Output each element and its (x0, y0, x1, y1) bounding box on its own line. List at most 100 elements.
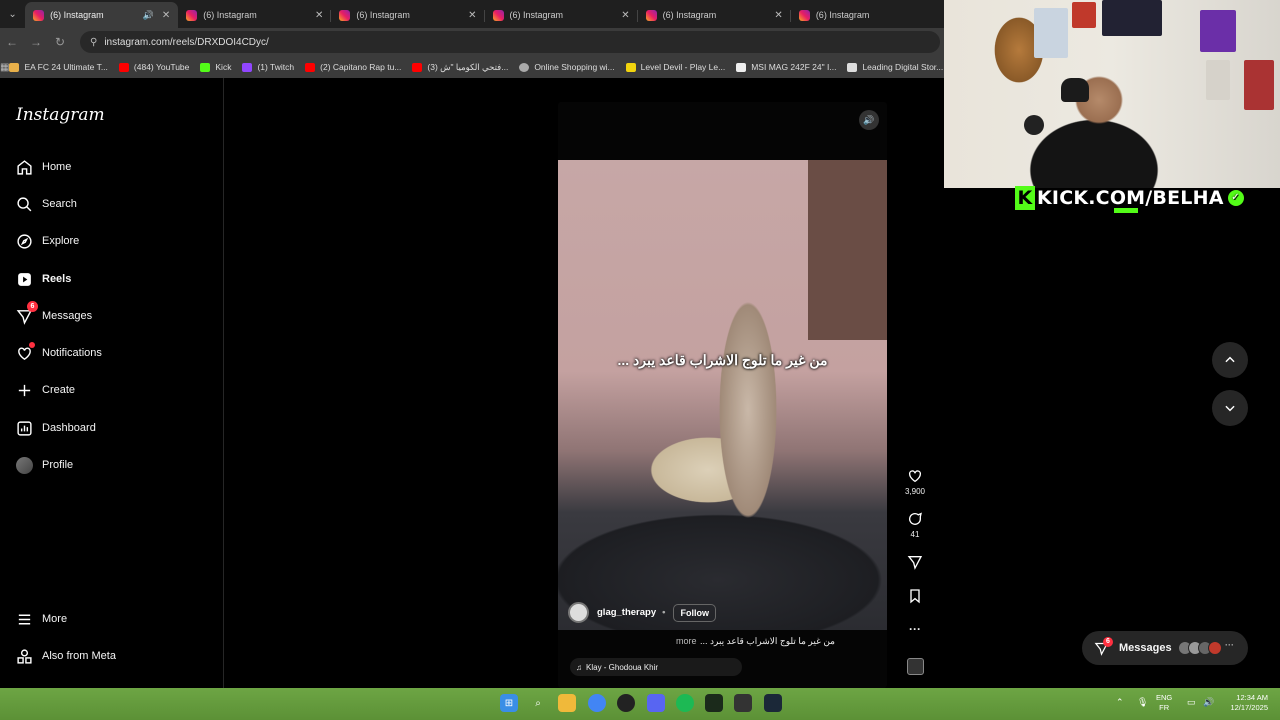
bookmark[interactable]: Kick (200, 62, 231, 72)
address-bar[interactable]: ⚲ instagram.com/reels/DRXDOI4CDyc/ (80, 31, 940, 53)
nav-label: Search (42, 198, 77, 210)
avatar[interactable] (568, 602, 589, 623)
tab-close-icon[interactable]: ✕ (315, 10, 323, 21)
youtube-icon (305, 62, 316, 72)
spotify-icon[interactable] (676, 694, 694, 712)
browser-tab[interactable]: (6) Instagram ✕ (178, 2, 332, 28)
follow-button[interactable]: Follow (673, 603, 716, 622)
file-explorer-icon[interactable] (558, 694, 576, 712)
nav-label: Home (42, 161, 72, 173)
bookmark[interactable]: Online Shopping wi... (519, 62, 615, 72)
clock-date: 12/17/2025 (1230, 703, 1268, 712)
globe-icon (519, 62, 530, 72)
bookmark[interactable]: EA FC 24 Ultimate T... (9, 62, 108, 72)
nav-messages[interactable]: 6 Messages (16, 301, 92, 327)
nav-label: Notifications (42, 347, 102, 359)
nav-dashboard[interactable]: Dashboard (16, 417, 96, 439)
compass-icon (17, 233, 32, 249)
bookmark-label: Leading Digital Stor... (862, 62, 944, 72)
original-audio-thumbnail[interactable] (907, 658, 924, 675)
nav-create[interactable]: Create (16, 379, 75, 401)
more-options-icon[interactable]: ··· (1225, 640, 1234, 650)
bookmark-label: MSI MAG 242F 24" I... (751, 62, 837, 72)
nav-search[interactable]: Search (16, 193, 77, 215)
bookmark-label: Online Shopping wi... (534, 62, 615, 72)
browser-tab[interactable]: (6) Instagram (791, 2, 944, 28)
browser-tab[interactable]: (6) Instagram ✕ (485, 2, 638, 28)
wall-poster (1034, 8, 1068, 58)
browser-tab[interactable]: (6) Instagram ✕ (331, 2, 485, 28)
windows-start-icon[interactable]: ⊞ (500, 694, 518, 712)
msi-app-icon[interactable] (734, 694, 752, 712)
bookmark[interactable]: (484) YouTube (118, 62, 189, 72)
instagram-favicon-icon (186, 9, 198, 21)
search-icon (17, 196, 32, 211)
nav-notifications[interactable]: Notifications (16, 342, 102, 364)
nav-explore[interactable]: Explore (16, 230, 79, 252)
bookmark[interactable]: Leading Digital Stor... (847, 62, 943, 72)
comment-count: 41 (910, 530, 920, 539)
save-button[interactable] (898, 588, 932, 607)
site-info-icon[interactable]: ⚲ (90, 37, 97, 48)
speaker-icon[interactable]: 🔊 (143, 10, 154, 21)
chrome-icon[interactable] (588, 694, 606, 712)
obs-icon[interactable] (617, 694, 635, 712)
like-button[interactable]: 3,900 (898, 468, 932, 496)
heart-icon (909, 470, 921, 483)
volume-icon[interactable]: 🔊 (1203, 697, 1214, 707)
tab-close-icon[interactable]: ✕ (621, 10, 629, 21)
tab-title: (6) Instagram (356, 10, 410, 20)
page-right-area (944, 188, 1280, 688)
tab-close-icon[interactable]: ✕ (162, 10, 170, 21)
tray-chevron-up-icon[interactable]: ⌃ (1116, 697, 1124, 707)
clock[interactable]: 12:34 AM 12/17/2025 (1224, 693, 1268, 713)
caption-more-link[interactable]: more (676, 636, 697, 646)
tab-search-chevron-icon[interactable]: ⌄ (0, 0, 25, 28)
browser-tab[interactable]: (6) Instagram ✕ (638, 2, 791, 28)
speaker-icon[interactable]: 🔊 (859, 110, 879, 130)
network-icon[interactable]: ▭ (1187, 697, 1196, 707)
browser-tab[interactable]: (6) Instagram 🔊 ✕ (25, 2, 179, 28)
share-button[interactable] (898, 554, 932, 573)
nav-reels[interactable]: Reels (16, 268, 71, 290)
messages-floating-button[interactable]: 6 Messages ··· (1082, 631, 1248, 665)
reel-video-frame[interactable] (558, 160, 887, 630)
more-options-icon[interactable]: ··· (898, 622, 932, 636)
apps-grid-icon[interactable]: ▦ (0, 62, 9, 73)
comment-button[interactable]: 41 (898, 511, 932, 539)
windows-taskbar (0, 688, 1280, 720)
wall-poster (1206, 60, 1230, 100)
bookmark[interactable]: (2) Capitano Rap tu... (305, 62, 401, 72)
bookmark-label: Level Devil - Play Le... (640, 62, 726, 72)
back-arrow-icon[interactable]: ← (0, 35, 24, 49)
next-reel-button[interactable] (1212, 390, 1248, 426)
nav-also-from-meta[interactable]: Also from Meta (16, 645, 116, 667)
discord-icon[interactable] (647, 694, 665, 712)
previous-reel-button[interactable] (1212, 342, 1248, 378)
bookmark[interactable]: Level Devil - Play Le... (625, 62, 726, 72)
microphone-icon[interactable]: 🎙 (1137, 697, 1148, 707)
instagram-logo[interactable]: Instagram (16, 105, 105, 125)
nav-more[interactable]: More (16, 608, 67, 630)
tab-close-icon[interactable]: ✕ (774, 10, 782, 21)
nav-profile[interactable]: Profile (16, 454, 73, 476)
bookmark[interactable]: (1) Twitch (242, 62, 294, 72)
reel-username[interactable]: glag_therapy (597, 607, 656, 618)
instagram-favicon-icon (339, 9, 351, 21)
nav-label: Dashboard (42, 422, 96, 434)
tab-close-icon[interactable]: ✕ (468, 10, 476, 21)
bookmark[interactable]: (3) فتحي الكوميا "ش... (412, 62, 508, 73)
search-icon[interactable]: ⌕ (529, 694, 547, 712)
language-indicator[interactable]: ENG FR (1156, 693, 1172, 713)
bookmarks-bar: ▦ EA FC 24 Ultimate T... (484) YouTube K… (0, 56, 944, 78)
forward-arrow-icon[interactable]: → (24, 35, 48, 49)
reload-icon[interactable]: ↻ (48, 35, 72, 49)
steam-icon[interactable] (764, 694, 782, 712)
bookmark[interactable]: MSI MAG 242F 24" I... (736, 62, 836, 72)
nav-home[interactable]: Home (16, 156, 71, 178)
reel-video[interactable]: 🔊 من غير ما تلوج الاشراب قاعد يبرد ... g… (558, 102, 887, 688)
live-indicator (1114, 208, 1138, 213)
terminal-icon[interactable] (705, 694, 723, 712)
nav-label: Reels (42, 273, 72, 285)
reel-audio-label[interactable]: ♫ Klay - Ghodoua Khir (570, 658, 742, 676)
